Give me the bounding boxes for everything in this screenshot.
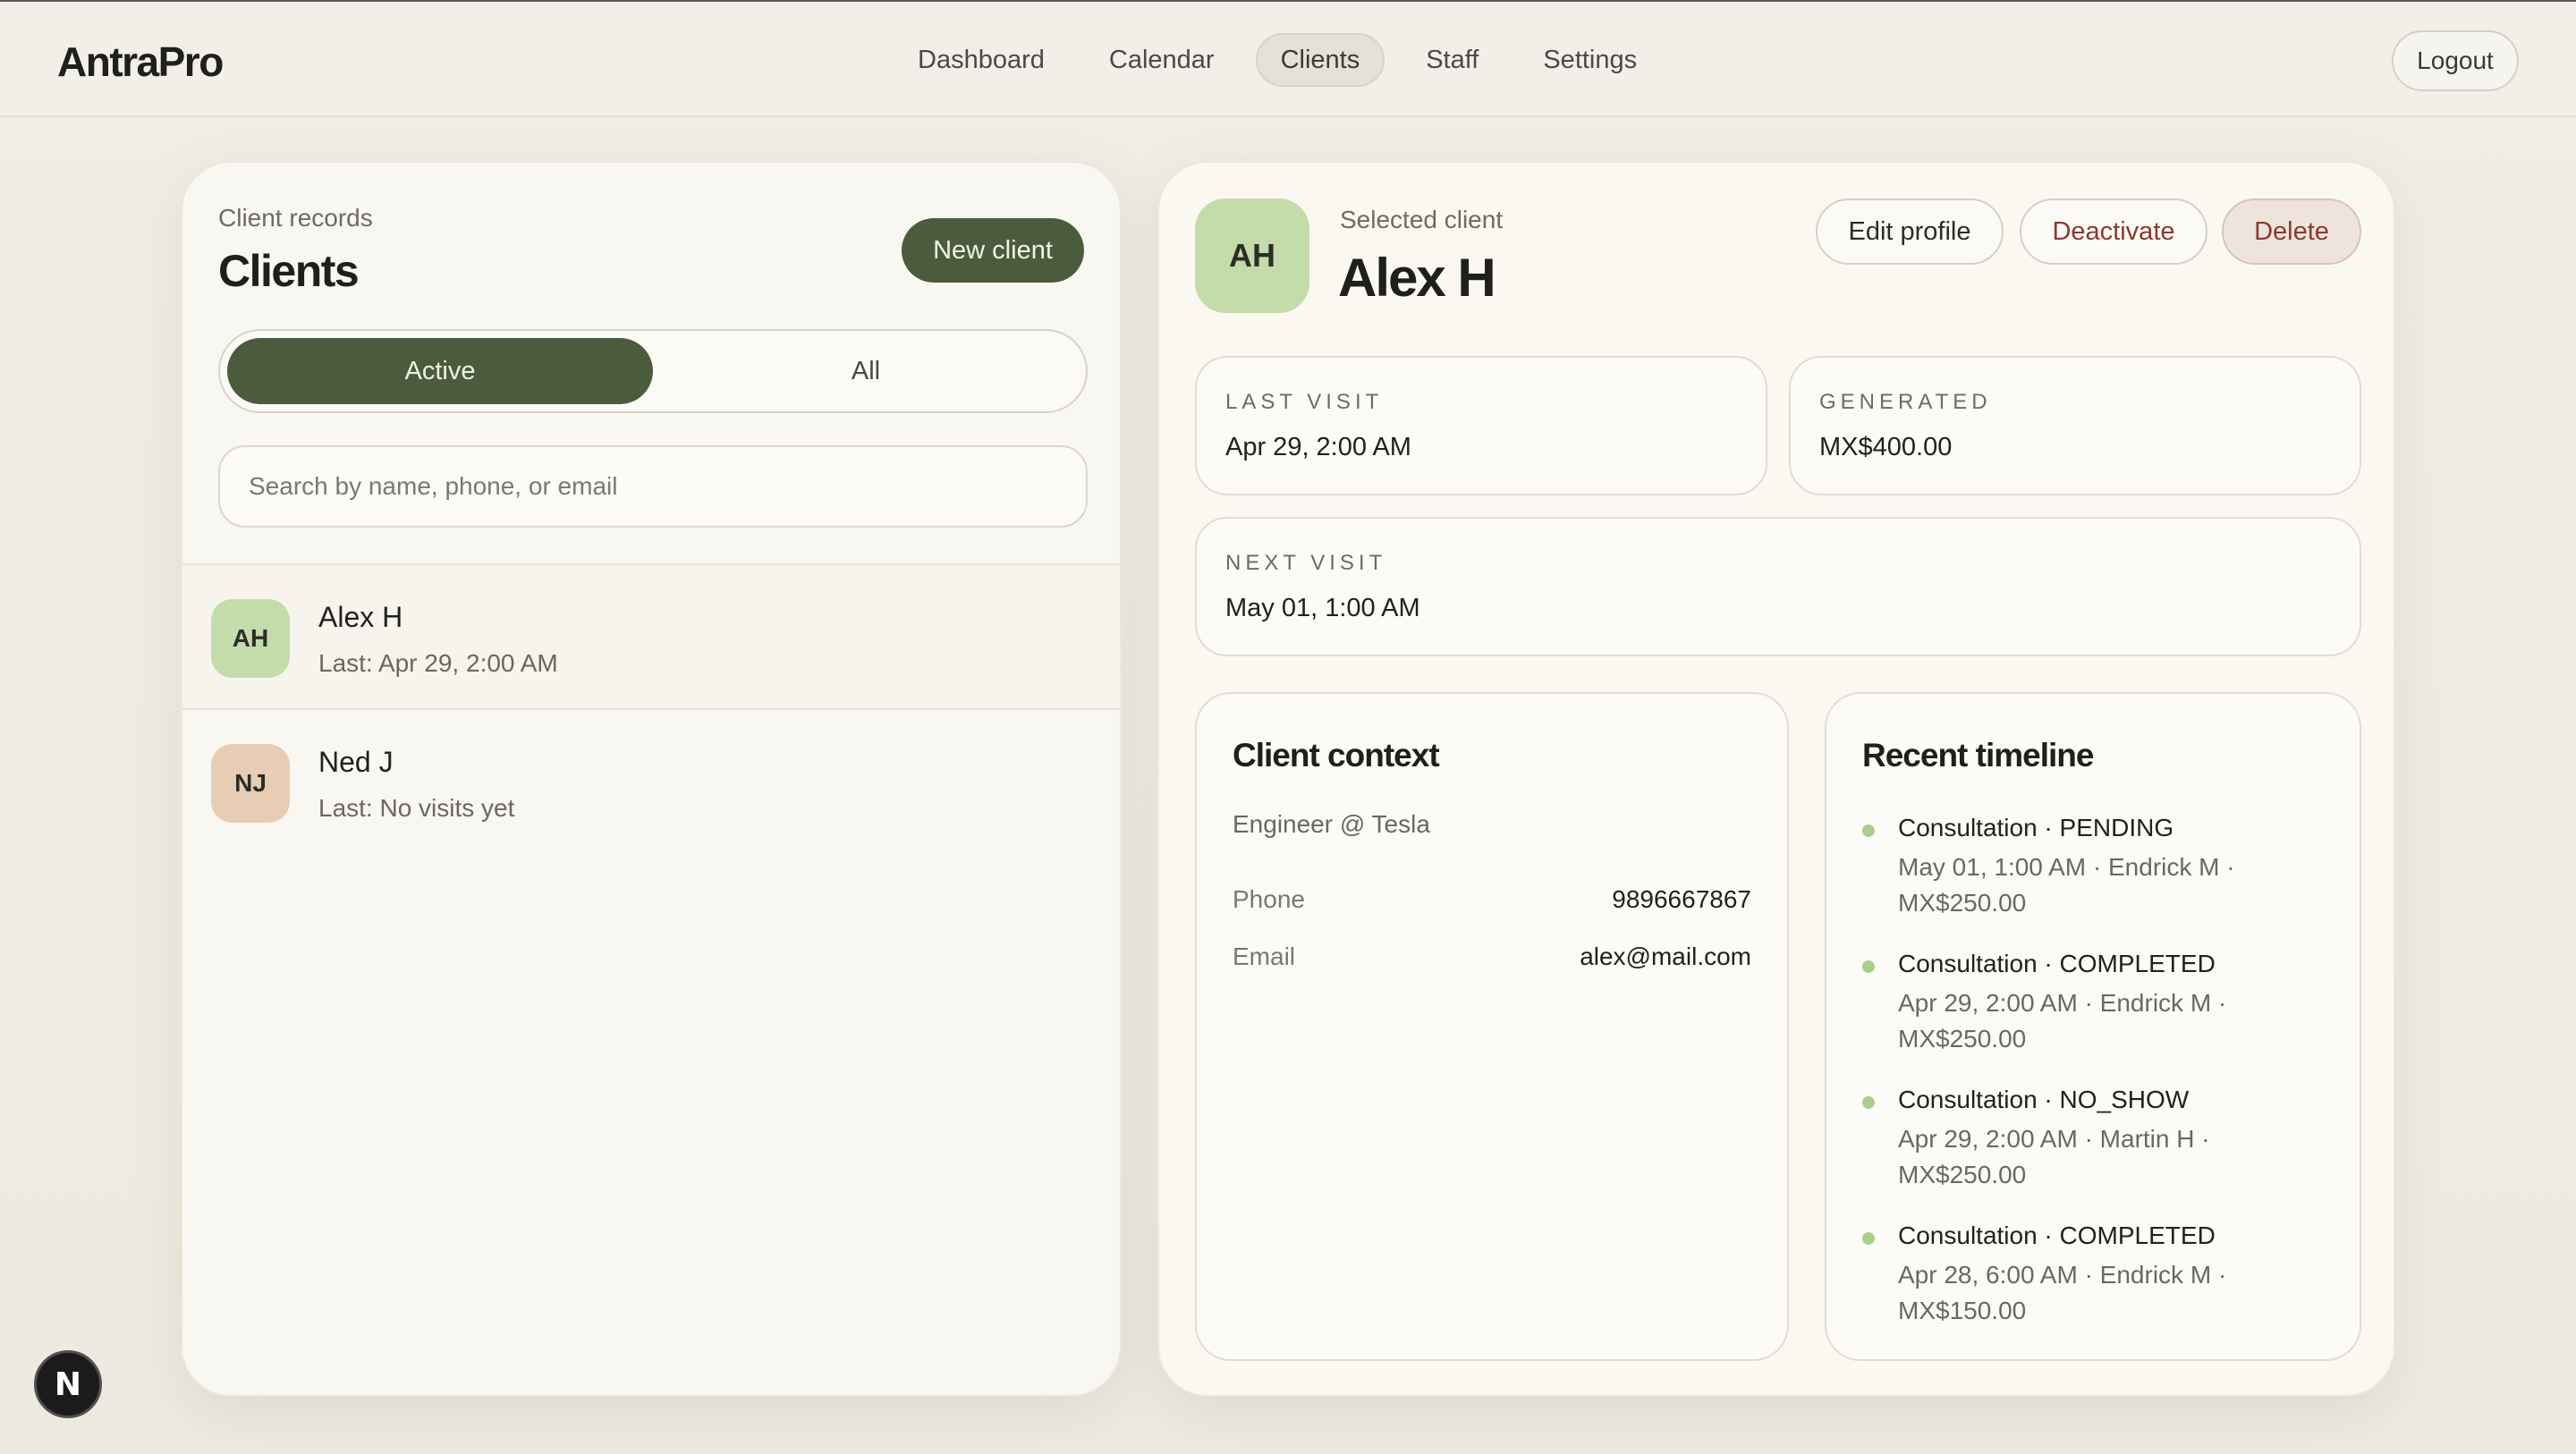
generated-card: GENERATED MX$400.00 [1789, 356, 2361, 495]
client-row-ned[interactable]: NJ Ned J Last: No visits yet [182, 708, 1120, 853]
next-visit-value: May 01, 1:00 AM [1225, 594, 1420, 622]
timeline-item-meta: Apr 29, 2:00 AM · Martin H · MX$250.00 [1898, 1125, 2210, 1188]
new-client-button[interactable]: New client [902, 218, 1084, 283]
timeline-item-meta: Apr 29, 2:00 AM · Endrick M · MX$250.00 [1898, 989, 2227, 1052]
timeline-dot-icon [1862, 960, 1875, 973]
timeline-dot-icon [1862, 1096, 1875, 1109]
timeline-item-title: Consultation · PENDING [1898, 814, 2174, 841]
client-last-visit: Last: Apr 29, 2:00 AM [318, 649, 558, 677]
client-context-title: Client context [1233, 737, 1440, 773]
avatar: AH [211, 599, 290, 678]
last-visit-label: LAST VISIT [1225, 390, 1384, 414]
delete-button[interactable]: Delete [2222, 199, 2361, 265]
generated-value: MX$400.00 [1819, 433, 1953, 461]
client-search-input[interactable] [218, 445, 1088, 528]
recent-timeline-title: Recent timeline [1862, 737, 2094, 773]
nav-settings[interactable]: Settings [1520, 33, 1660, 87]
avatar: NJ [211, 744, 290, 823]
phone-value: 9896667867 [1612, 885, 1751, 913]
dev-tools-badge-icon[interactable]: N [34, 1350, 102, 1418]
selected-client-avatar: AH [1195, 199, 1309, 313]
phone-label: Phone [1233, 885, 1305, 913]
filter-all-option[interactable]: All [653, 338, 1079, 404]
client-filter-toggle: Active All [218, 329, 1088, 413]
client-detail-panel: AH Selected client Alex H Edit profile D… [1157, 161, 2395, 1397]
selected-client-eyebrow: Selected client [1340, 206, 1504, 233]
clients-eyebrow: Client records [218, 204, 373, 232]
clients-title: Clients [218, 246, 360, 296]
next-visit-label: NEXT VISIT [1225, 551, 1387, 575]
client-last-visit: Last: No visits yet [318, 794, 515, 822]
clients-panel: Client records Clients New client Active… [181, 161, 1122, 1397]
timeline-dot-icon [1862, 824, 1875, 837]
brand-logo[interactable]: AntraPro [57, 38, 224, 86]
generated-label: GENERATED [1819, 390, 1992, 414]
next-visit-card: NEXT VISIT May 01, 1:00 AM [1195, 517, 2361, 656]
email-value: alex@mail.com [1580, 943, 1751, 970]
timeline-item-meta: May 01, 1:00 AM · Endrick M · MX$250.00 [1898, 853, 2235, 917]
nav-clients[interactable]: Clients [1255, 33, 1385, 87]
top-nav-bar: AntraPro Dashboard Calendar Clients Staf… [0, 0, 2576, 117]
deactivate-button[interactable]: Deactivate [2020, 199, 2207, 265]
client-name: Ned J [318, 746, 394, 778]
edit-profile-button[interactable]: Edit profile [1816, 199, 2004, 265]
selected-client-name: Alex H [1338, 248, 1496, 308]
client-context-card: Client context Engineer @ Tesla Phone 98… [1195, 692, 1789, 1361]
timeline-item-meta: Apr 28, 6:00 AM · Endrick M · MX$150.00 [1898, 1261, 2227, 1324]
client-row-alex[interactable]: AH Alex H Last: Apr 29, 2:00 AM [182, 563, 1120, 708]
client-name: Alex H [318, 601, 403, 633]
nav-dashboard[interactable]: Dashboard [894, 33, 1068, 87]
timeline-item-title: Consultation · COMPLETED [1898, 950, 2216, 977]
email-label: Email [1233, 943, 1296, 970]
timeline-item-title: Consultation · COMPLETED [1898, 1222, 2216, 1249]
client-list: AH Alex H Last: Apr 29, 2:00 AM NJ Ned J… [182, 563, 1120, 853]
client-occupation: Engineer @ Tesla [1233, 810, 1430, 838]
timeline-dot-icon [1862, 1232, 1875, 1245]
last-visit-value: Apr 29, 2:00 AM [1225, 433, 1411, 461]
recent-timeline-card: Recent timeline Consultation · PENDING M… [1825, 692, 2361, 1361]
logout-button[interactable]: Logout [2392, 30, 2519, 91]
nav-calendar[interactable]: Calendar [1086, 33, 1238, 87]
main-nav: Dashboard Calendar Clients Staff Setting… [894, 32, 1678, 88]
nav-staff[interactable]: Staff [1402, 33, 1502, 87]
last-visit-card: LAST VISIT Apr 29, 2:00 AM [1195, 356, 1767, 495]
timeline-item-title: Consultation · NO_SHOW [1898, 1086, 2190, 1113]
filter-active-option[interactable]: Active [227, 338, 653, 404]
